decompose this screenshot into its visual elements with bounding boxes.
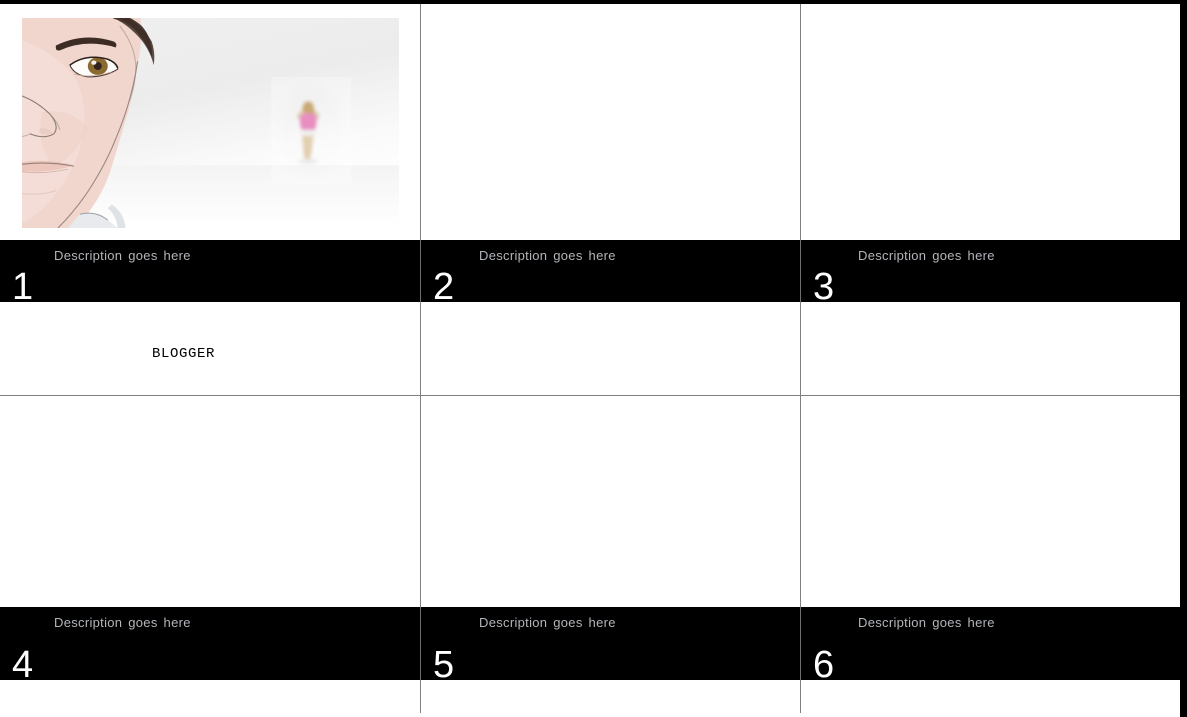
panel-strip-6[interactable]: 6 Description goes here [801,607,1180,680]
panel-artwork-4[interactable] [0,396,421,607]
artwork-padding-1 [0,4,420,240]
panel-dialogue-5-empty [421,680,800,713]
panel-number-2: 2 [433,266,455,302]
panel-strip-1[interactable]: 1 Description goes here [0,240,421,302]
panel-number-6: 6 [813,644,835,680]
panel-artwork-3[interactable] [801,4,1180,240]
panel-artwork-3-empty [801,4,1180,240]
panel-dialogue-3[interactable] [801,302,1180,396]
panel-strip-5[interactable]: 5 Description goes here [421,607,801,680]
panel-artwork-2-empty [421,4,800,240]
panel-number-5: 5 [433,644,455,680]
storyboard-strip-row-bottom: 4 Description goes here 5 Description go… [0,607,1180,680]
storyboard-strip-row-top: 1 Description goes here 2 Description go… [0,240,1180,302]
panel-artwork-5-empty [421,396,800,607]
storyboard-row-artwork-bottom [0,396,1180,607]
panel-description-2[interactable]: Description goes here [479,248,616,264]
panel-dialogue-6[interactable] [801,680,1180,713]
storyboard-dialogue-row-top: BLOGGER Where does the dialogue go? TIM … [0,302,1180,396]
panel-description-1[interactable]: Description goes here [54,248,191,264]
panel-artwork-6-empty [801,396,1180,607]
storyboard-dialogue-row-bottom [0,680,1180,713]
panel-dialogue-4[interactable] [0,680,421,713]
panel-dialogue-5[interactable] [421,680,801,713]
panel-1-illustration [22,18,399,228]
storyboard-row-artwork-top [0,4,1180,240]
dialogue-character-name: BLOGGER [152,346,216,362]
panel-number-3: 3 [813,266,835,302]
panel-strip-3[interactable]: 3 Description goes here [801,240,1180,302]
panel-artwork-1[interactable] [0,4,421,240]
panel-artwork-5[interactable] [421,396,801,607]
panel-dialogue-1[interactable]: BLOGGER Where does the dialogue go? TIM … [0,302,421,396]
storyboard-page: 1 Description goes here 2 Description go… [0,0,1187,717]
panel-number-4: 4 [12,644,34,680]
panel-description-6[interactable]: Description goes here [858,615,995,631]
panel-dialogue-2[interactable] [421,302,801,396]
screenplay-dialogue-1[interactable]: BLOGGER Where does the dialogue go? TIM … [0,302,420,395]
panel-dialogue-6-empty [801,680,1180,713]
panel-artwork-2[interactable] [421,4,801,240]
panel-strip-4[interactable]: 4 Description goes here [0,607,421,680]
panel-description-3[interactable]: Description goes here [858,248,995,264]
panel-dialogue-3-empty [801,302,1180,395]
artwork-frame-1 [22,18,399,228]
panel-artwork-4-empty [0,396,420,607]
panel-dialogue-2-empty [421,302,800,395]
panel-number-1: 1 [12,266,34,302]
panel-strip-2[interactable]: 2 Description goes here [421,240,801,302]
panel-description-5[interactable]: Description goes here [479,615,616,631]
panel-dialogue-4-empty [0,680,420,713]
panel-artwork-6[interactable] [801,396,1180,607]
panel-description-4[interactable]: Description goes here [54,615,191,631]
